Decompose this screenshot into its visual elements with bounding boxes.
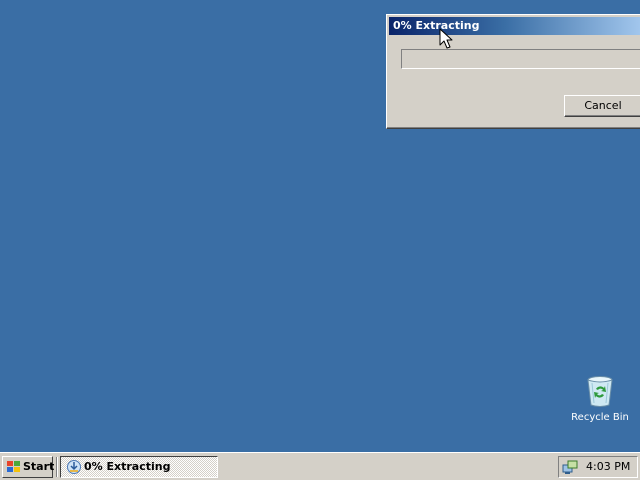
extract-icon [67,460,81,474]
recycle-bin-icon [587,376,613,407]
clock[interactable]: 4:03 PM [586,460,630,473]
start-label: Start [23,460,55,473]
task-label: 0% Extracting [84,460,171,473]
mouse-cursor-icon [439,28,453,49]
start-button[interactable]: Start [2,456,55,478]
recycle-bin-label: Recycle Bin [571,412,629,423]
extracting-dialog: 0% Extracting Cancel [386,14,640,129]
recycle-bin-shortcut[interactable]: Recycle Bin [566,374,634,423]
extraction-progress-bar [401,49,640,69]
cancel-button[interactable]: Cancel [564,95,640,117]
system-tray: 4:03 PM [558,456,638,478]
dialog-title: 0% Extracting [393,19,480,32]
desktop: Recycle Bin 0% Extracting Cancel [0,0,640,452]
network-icon[interactable] [562,459,578,475]
windows-logo-icon [7,461,20,472]
taskbar: Start 0% Extracting 4:03 PM [0,452,640,480]
dialog-titlebar[interactable]: 0% Extracting [389,17,640,35]
task-button-extracting[interactable]: 0% Extracting [60,456,218,478]
taskbar-separator [56,457,58,477]
